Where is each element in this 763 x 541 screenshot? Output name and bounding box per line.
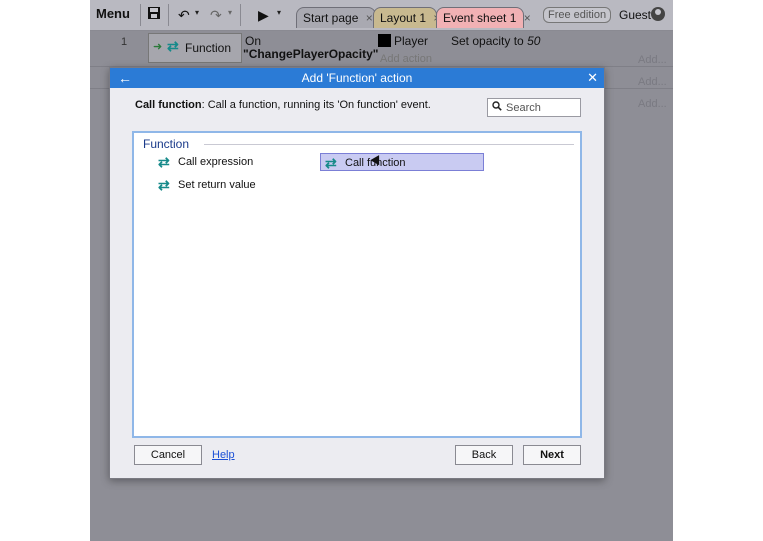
condition-line2: "ChangePlayerOpacity" xyxy=(243,47,379,61)
action-list: Function ⇄ Call expression ⇄ Set return … xyxy=(132,131,582,438)
search-icon xyxy=(492,101,502,114)
item-label: Call expression xyxy=(178,156,254,168)
help-link[interactable]: Help xyxy=(212,449,235,461)
add-action-link[interactable]: Add action xyxy=(380,53,432,65)
free-edition-badge[interactable]: Free edition xyxy=(543,7,612,23)
refresh-arrows-icon: ⇄ xyxy=(158,177,170,193)
add-link[interactable]: Add... xyxy=(638,54,667,66)
tab-label: Start page xyxy=(303,11,359,25)
group-divider xyxy=(204,144,574,145)
player-object-icon xyxy=(378,34,391,47)
dialog-title: Add 'Function' action xyxy=(301,71,413,85)
tab-start-page[interactable]: Start page × xyxy=(296,7,376,28)
redo-icon[interactable]: ↷ xyxy=(210,6,222,24)
close-icon[interactable]: ✕ xyxy=(587,68,598,88)
add-link[interactable]: Add... xyxy=(638,76,667,88)
description-text: : Call a function, running its 'On funct… xyxy=(201,99,431,111)
tab-layout-1[interactable]: Layout 1 × xyxy=(373,7,440,28)
action-text[interactable]: Set opacity to 50 xyxy=(451,34,540,48)
action-description: Call function: Call a function, running … xyxy=(135,99,431,111)
toolbar-separator xyxy=(240,4,241,26)
menu-button[interactable]: Menu xyxy=(96,6,130,21)
save-icon[interactable] xyxy=(147,6,161,24)
description-title: Call function xyxy=(135,99,202,111)
undo-dropdown-icon[interactable]: ▾ xyxy=(195,8,199,17)
group-label: Function xyxy=(143,137,190,151)
play-icon[interactable]: ▶ xyxy=(258,6,269,24)
back-button[interactable]: Back xyxy=(455,445,513,465)
list-item-call-expression[interactable]: ⇄ Call expression xyxy=(154,153,314,171)
tab-label: Event sheet 1 xyxy=(443,11,517,25)
item-label: Set return value xyxy=(178,179,256,191)
user-avatar-icon[interactable] xyxy=(651,7,665,21)
tab-close-icon[interactable]: × xyxy=(524,11,531,25)
refresh-arrows-icon: ⇄ xyxy=(325,155,337,171)
cancel-button[interactable]: Cancel xyxy=(134,445,202,465)
action-value: 50 xyxy=(527,34,541,48)
toolbar-separator xyxy=(168,4,169,26)
list-item-call-function[interactable]: ⇄ Call function xyxy=(320,153,484,171)
tab-event-sheet-1[interactable]: Event sheet 1 × xyxy=(436,7,531,28)
function-icon: ⇄ xyxy=(167,38,179,54)
dialog-title-bar: ← Add 'Function' action ✕ xyxy=(110,68,604,88)
search-box[interactable] xyxy=(487,98,581,117)
add-action-dialog: ← Add 'Function' action ✕ Call function:… xyxy=(109,67,605,479)
list-item-set-return-value[interactable]: ⇄ Set return value xyxy=(154,176,314,194)
redo-dropdown-icon[interactable]: ▾ xyxy=(228,8,232,17)
tab-close-icon[interactable]: × xyxy=(366,11,373,25)
action-text-label: Set opacity to xyxy=(451,34,524,48)
condition-object: Function xyxy=(185,41,232,55)
toolbar-separator xyxy=(140,4,141,26)
toolbar: Menu ↶ ▾ ↷ ▾ ▶ ▾ Start page × Layout 1 ×… xyxy=(90,0,673,31)
undo-icon[interactable]: ↶ xyxy=(178,6,190,24)
action-object[interactable]: Player xyxy=(394,34,428,48)
next-button[interactable]: Next xyxy=(523,445,581,465)
add-link[interactable]: Add... xyxy=(638,98,667,110)
back-arrow-icon[interactable]: ← xyxy=(118,68,132,88)
search-input[interactable] xyxy=(506,101,578,114)
event-row-number: 1 xyxy=(121,36,128,48)
play-dropdown-icon[interactable]: ▾ xyxy=(277,8,281,17)
refresh-arrows-icon: ⇄ xyxy=(158,154,170,170)
trigger-arrow-icon: ➜ xyxy=(153,41,163,53)
tab-label: Layout 1 xyxy=(380,11,427,25)
user-name[interactable]: Guest xyxy=(619,8,651,22)
condition-line1: On xyxy=(245,34,262,48)
